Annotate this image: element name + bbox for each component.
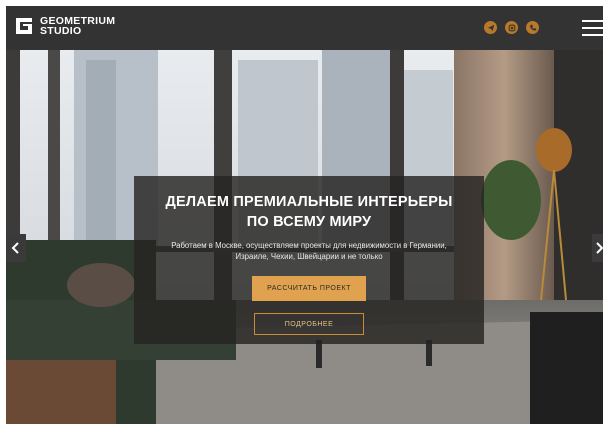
hero-subtitle-line-1: Работаем в Москве, осуществляем проекты …	[171, 241, 447, 250]
hero-overlay-panel: ДЕЛАЕМ ПРЕМИАЛЬНЫЕ ИНТЕРЬЕРЫ ПО ВСЕМУ МИ…	[134, 176, 484, 344]
hero-subtitle-line-2: Израиле, Чехии, Швейцарии и не только	[235, 252, 383, 261]
chevron-right-icon	[596, 242, 603, 254]
site-header: GEOMETRIUM STUDIO	[6, 6, 603, 50]
logo-text: GEOMETRIUM STUDIO	[40, 16, 115, 37]
calculate-project-button[interactable]: РАССЧИТАТЬ ПРОЕКТ	[252, 276, 366, 301]
logo-mark-icon	[14, 16, 34, 36]
phone-icon[interactable]	[526, 21, 539, 34]
hero-title: ДЕЛАЕМ ПРЕМИАЛЬНЫЕ ИНТЕРЬЕРЫ ПО ВСЕМУ МИ…	[134, 192, 484, 232]
logo-line-2: STUDIO	[40, 25, 82, 37]
page: GEOMETRIUM STUDIO ДЕЛАЕМ ПРЕМИАЛЬНЫЕ ИНТ…	[0, 0, 603, 424]
hamburger-menu-icon[interactable]	[582, 20, 603, 36]
browser-viewport: GEOMETRIUM STUDIO ДЕЛАЕМ ПРЕМИАЛЬНЫЕ ИНТ…	[6, 6, 603, 424]
hero-title-line-1: ДЕЛАЕМ ПРЕМИАЛЬНЫЕ ИНТЕРЬЕРЫ	[165, 194, 453, 210]
more-details-button[interactable]: ПОДРОБНЕЕ	[254, 313, 364, 335]
prev-slide-button[interactable]	[6, 234, 26, 262]
social-links	[484, 21, 539, 34]
hero-subtitle: Работаем в Москве, осуществляем проекты …	[134, 240, 484, 262]
chevron-left-icon	[11, 242, 19, 254]
hero-title-line-2: ПО ВСЕМУ МИРУ	[246, 214, 372, 230]
logo[interactable]: GEOMETRIUM STUDIO	[14, 16, 115, 36]
telegram-icon[interactable]	[484, 21, 497, 34]
next-slide-button[interactable]	[592, 234, 603, 262]
hero-slider: ДЕЛАЕМ ПРЕМИАЛЬНЫЕ ИНТЕРЬЕРЫ ПО ВСЕМУ МИ…	[6, 50, 603, 424]
instagram-icon[interactable]	[505, 21, 518, 34]
